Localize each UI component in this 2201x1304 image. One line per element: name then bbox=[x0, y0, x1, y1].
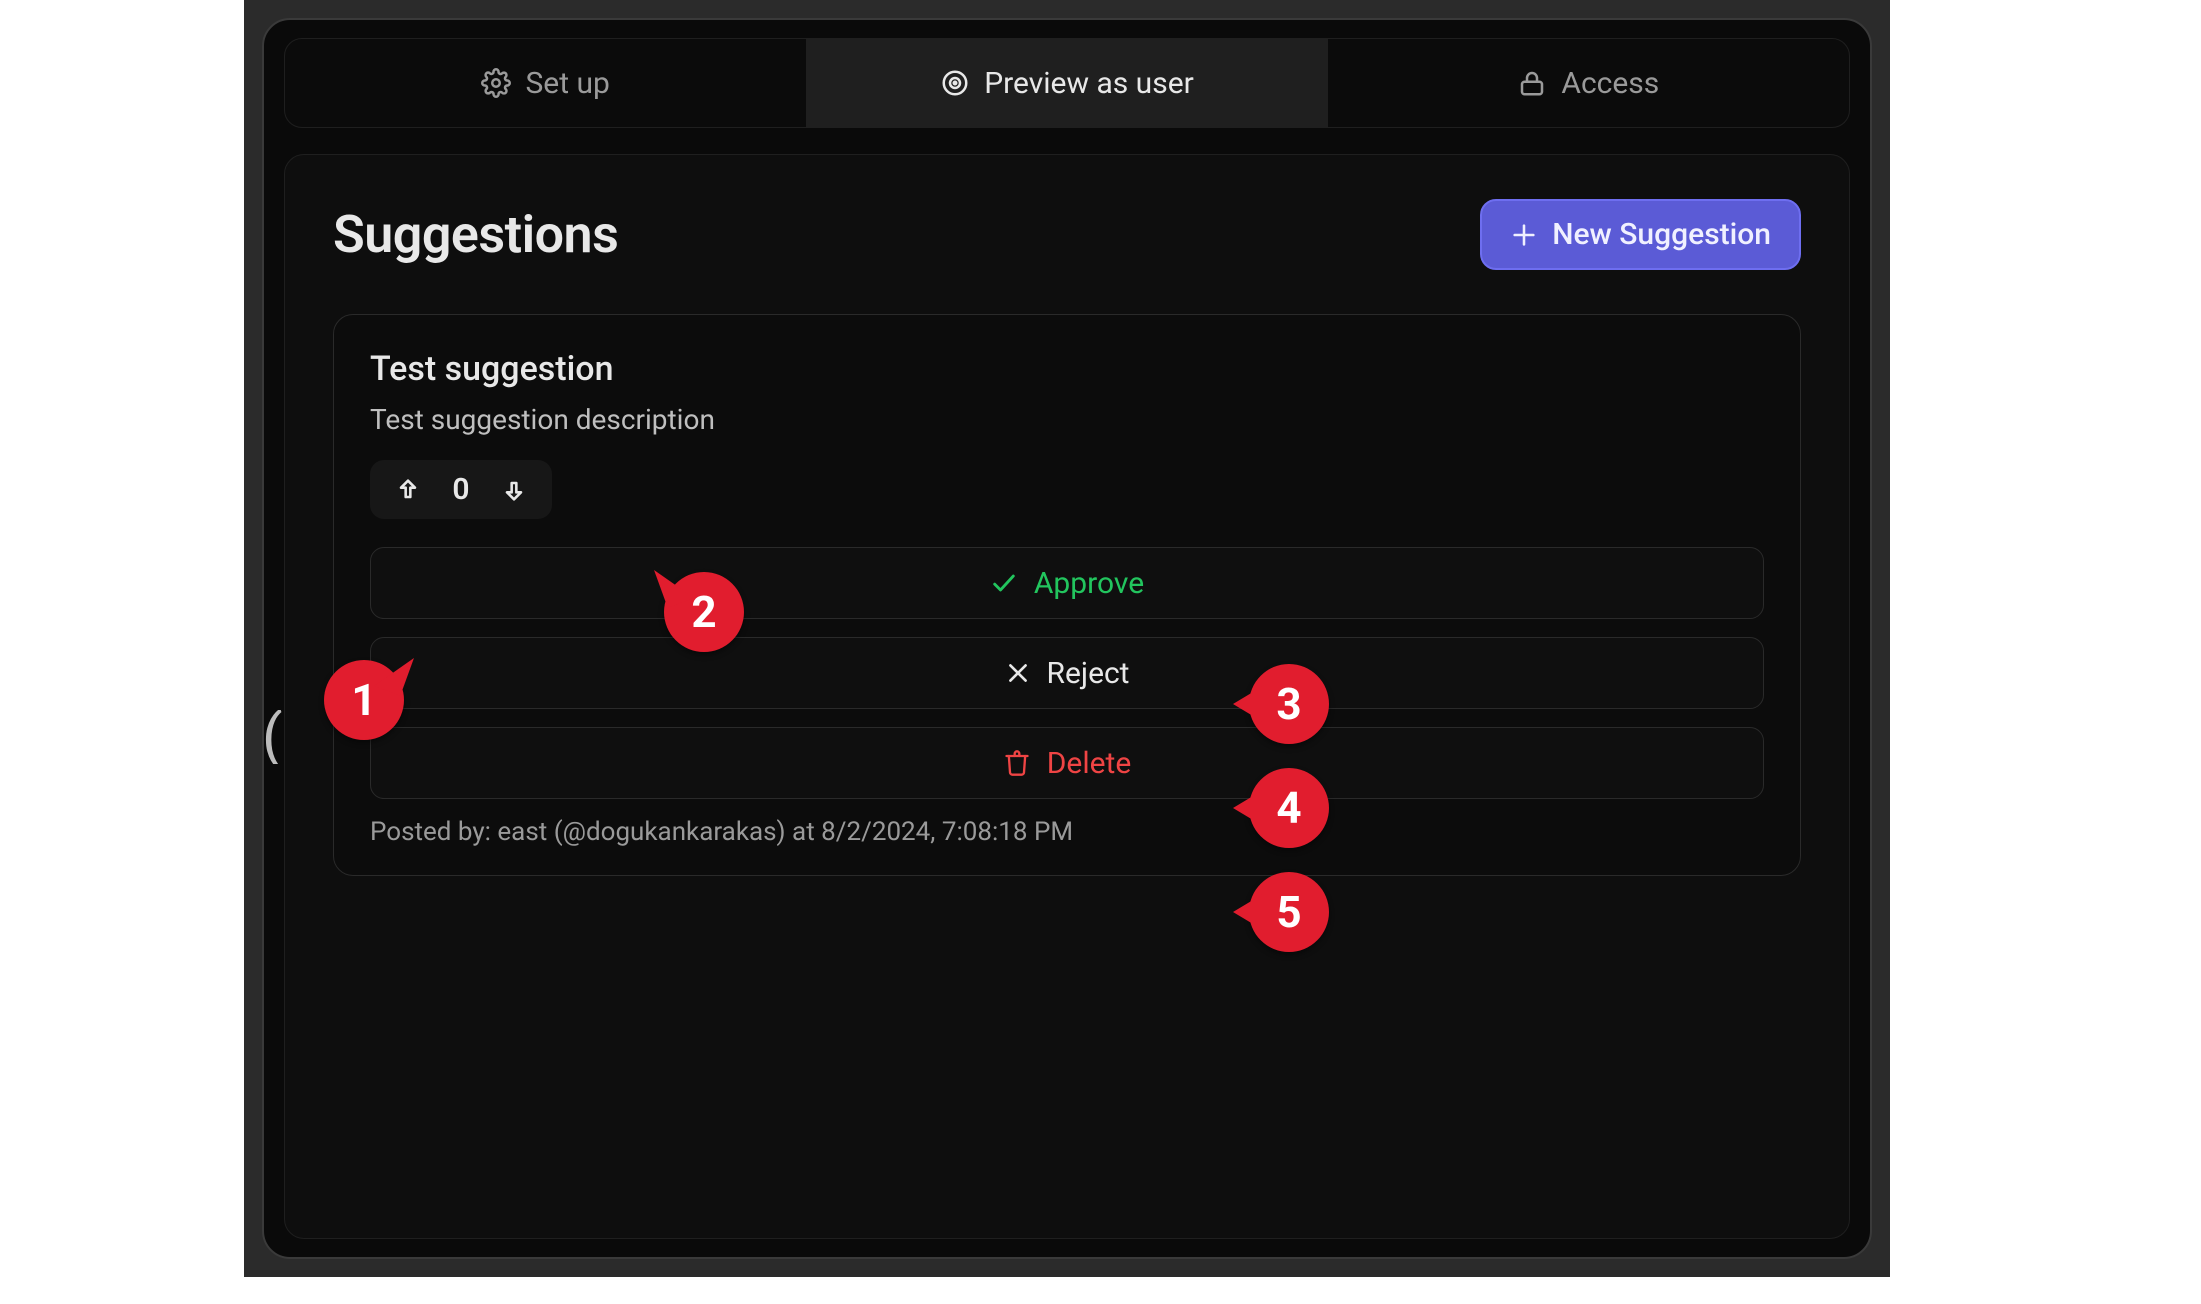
delete-button[interactable]: Delete bbox=[370, 727, 1764, 799]
delete-label: Delete bbox=[1047, 746, 1132, 781]
app-frame: Set up Preview as user bbox=[244, 0, 1890, 1277]
window: Set up Preview as user bbox=[262, 18, 1872, 1259]
tab-preview[interactable]: Preview as user bbox=[806, 39, 1327, 127]
lock-icon bbox=[1517, 68, 1547, 98]
vote-count: 0 bbox=[450, 472, 472, 507]
page-title: Suggestions bbox=[333, 204, 618, 265]
reject-button[interactable]: Reject bbox=[370, 637, 1764, 709]
check-icon bbox=[990, 569, 1018, 597]
reject-label: Reject bbox=[1047, 656, 1130, 691]
tab-bar: Set up Preview as user bbox=[284, 38, 1850, 128]
suggestion-description: Test suggestion description bbox=[370, 403, 1764, 436]
new-suggestion-button[interactable]: New Suggestion bbox=[1480, 199, 1801, 270]
decorative-arc: ( bbox=[262, 710, 284, 764]
tab-access-label: Access bbox=[1561, 66, 1659, 101]
tab-access[interactable]: Access bbox=[1328, 39, 1849, 127]
gear-icon bbox=[481, 68, 511, 98]
tab-preview-label: Preview as user bbox=[984, 66, 1194, 101]
trash-icon bbox=[1003, 749, 1031, 777]
upvote-button[interactable] bbox=[392, 474, 424, 506]
downvote-button[interactable] bbox=[498, 474, 530, 506]
suggestion-card: Test suggestion Test suggestion descript… bbox=[333, 314, 1801, 876]
main-panel: Suggestions New Suggestion Test sugges bbox=[284, 154, 1850, 1239]
approve-label: Approve bbox=[1034, 566, 1144, 601]
vote-control: 0 bbox=[370, 460, 552, 519]
eye-target-icon bbox=[940, 68, 970, 98]
approve-button[interactable]: Approve bbox=[370, 547, 1764, 619]
posted-by: Posted by: east (@dogukankarakas) at 8/2… bbox=[370, 817, 1764, 847]
plus-icon bbox=[1510, 221, 1538, 249]
tab-setup[interactable]: Set up bbox=[285, 39, 806, 127]
new-suggestion-label: New Suggestion bbox=[1552, 217, 1771, 252]
panel-header: Suggestions New Suggestion bbox=[333, 199, 1801, 270]
close-icon bbox=[1005, 660, 1031, 686]
tab-setup-label: Set up bbox=[525, 66, 609, 101]
suggestion-title: Test suggestion bbox=[370, 349, 1764, 389]
